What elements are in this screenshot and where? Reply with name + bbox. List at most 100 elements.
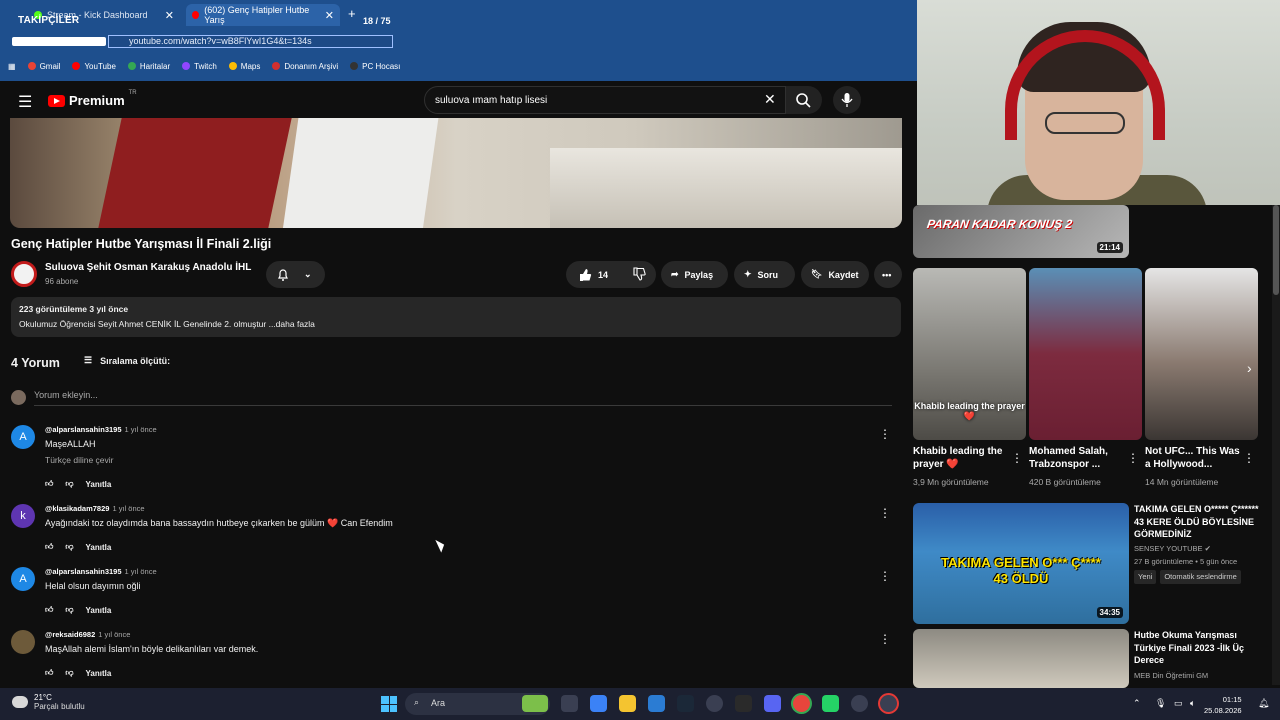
new-tab-button[interactable]: + — [348, 6, 356, 21]
short-thumbnail[interactable] — [1029, 268, 1142, 440]
thumbs-down-icon[interactable]: 👎︎ — [65, 542, 73, 552]
file-explorer-icon[interactable] — [619, 695, 636, 712]
microphone-icon[interactable]: 🎙︎ — [1155, 698, 1166, 709]
reply-button[interactable]: Yanıtla — [86, 669, 112, 678]
tab-youtube-video[interactable]: (602) Genç Hatipler Hutbe Yarış ✕ — [186, 4, 340, 26]
reply-button[interactable]: Yanıtla — [86, 480, 112, 489]
address-bar[interactable]: youtube.com/watch?v=wB8FlYwI1G4&t=134s — [108, 35, 393, 48]
microsoft-store-icon[interactable] — [648, 695, 665, 712]
more-vertical-icon[interactable]: ⋮ — [879, 569, 891, 583]
recommended-video-title[interactable]: Hutbe Okuma Yarışması Türkiye Finali 202… — [1134, 629, 1269, 667]
share-button[interactable]: ➦ Paylaş — [661, 261, 728, 288]
add-comment-input[interactable]: Yorum ekleyin... — [34, 388, 892, 406]
bookmark-twitch[interactable]: Twitch — [182, 62, 217, 71]
whatsapp-icon[interactable] — [822, 695, 839, 712]
chevron-up-icon[interactable]: ⌃ — [1133, 698, 1141, 709]
thumbs-down-icon[interactable]: 👎︎ — [65, 479, 73, 489]
bookmark-haritalar[interactable]: Haritalar — [127, 62, 170, 71]
apps-grid-icon[interactable]: ▦ — [8, 62, 16, 71]
chevron-right-icon[interactable]: › — [1247, 360, 1252, 376]
network-icon[interactable]: ▭ — [1174, 698, 1183, 709]
like-button[interactable]: 14 — [578, 268, 608, 282]
bookmark-gmail[interactable]: Gmail — [27, 62, 60, 71]
short-title[interactable]: Mohamed Salah, Trabzonspor ... — [1029, 445, 1129, 471]
task-view-icon[interactable] — [561, 695, 578, 712]
notification-button[interactable]: ⌄ — [266, 261, 325, 288]
channel-avatar[interactable] — [11, 261, 37, 287]
short-thumbnail[interactable]: Khabib leading the prayer ❤️ — [913, 268, 1026, 440]
comment-author[interactable]: @alparslansahin3195 — [45, 425, 122, 434]
volume-icon[interactable]: 🔈︎ — [1190, 698, 1195, 709]
thumbs-up-icon[interactable]: 👍︎ — [45, 668, 53, 678]
copilot-icon[interactable] — [590, 695, 607, 712]
settings-icon[interactable] — [851, 695, 868, 712]
short-title[interactable]: Not UFC... This Was a Hollywood... — [1145, 445, 1245, 471]
channel-name[interactable]: Suluova Şehit Osman Karakuş Anadolu İHL — [45, 262, 251, 273]
comment-time[interactable]: 1 yıl önce — [112, 504, 144, 513]
recommended-video-thumbnail[interactable] — [913, 629, 1129, 688]
discord-icon[interactable] — [764, 695, 781, 712]
commenter-avatar[interactable] — [11, 630, 35, 654]
dislike-button[interactable] — [632, 266, 646, 283]
more-vertical-icon[interactable]: ⋮ — [1127, 451, 1139, 465]
comment-author[interactable]: @reksaid6982 — [45, 630, 95, 639]
reply-button[interactable]: Yanıtla — [86, 606, 112, 615]
search-button[interactable] — [786, 86, 822, 114]
scrollbar-thumb[interactable] — [1273, 205, 1279, 295]
epic-games-icon[interactable] — [735, 695, 752, 712]
thumbs-down-icon[interactable]: 👎︎ — [65, 605, 73, 615]
close-icon[interactable]: ✕ — [325, 9, 334, 22]
commenter-avatar[interactable]: k — [11, 504, 35, 528]
video-player[interactable] — [10, 118, 902, 228]
thumbs-up-icon[interactable]: 👍︎ — [45, 542, 53, 552]
close-icon[interactable]: ✕ — [165, 9, 174, 22]
short-thumbnail[interactable] — [1145, 268, 1258, 440]
more-actions-button[interactable]: ••• — [874, 261, 902, 288]
more-vertical-icon[interactable]: ⋮ — [1011, 451, 1023, 465]
ask-button[interactable]: ✦ Soru — [734, 261, 795, 288]
menu-icon[interactable]: ☰ — [18, 92, 32, 112]
comment-author[interactable]: @klasikadam7829 — [45, 504, 109, 513]
save-button[interactable]: 🔖︎ Kaydet — [801, 261, 869, 288]
more-vertical-icon[interactable]: ⋮ — [1243, 451, 1255, 465]
sort-button[interactable]: ☰ Sıralama ölçütü: — [84, 355, 170, 366]
recording-app-icon[interactable] — [880, 695, 897, 712]
bookmark-donanim-arsivi[interactable]: Donanım Arşivi — [272, 62, 338, 71]
steam-icon[interactable] — [677, 695, 694, 712]
more-vertical-icon[interactable]: ⋮ — [879, 632, 891, 646]
thumbs-down-icon[interactable]: 👎︎ — [65, 668, 73, 678]
description-box[interactable]: 223 görüntüleme 3 yıl önce Okulumuz Öğre… — [11, 297, 901, 337]
windows-start-icon[interactable] — [381, 696, 397, 712]
recommended-video-title[interactable]: TAKIMA GELEN O***** Ç****** 43 KERE ÖLDÜ… — [1134, 503, 1269, 541]
commenter-avatar[interactable]: A — [11, 567, 35, 591]
comment-time[interactable]: 1 yıl önce — [125, 567, 157, 576]
comment-time[interactable]: 1 yıl önce — [98, 630, 130, 639]
chrome-icon[interactable] — [793, 695, 810, 712]
more-vertical-icon[interactable]: ⋮ — [879, 427, 891, 441]
short-title[interactable]: Khabib leading the prayer ❤️ — [913, 445, 1013, 471]
system-clock[interactable]: 01:15 25.08.2026 — [1204, 694, 1242, 716]
clear-search-icon[interactable]: ✕ — [764, 91, 776, 108]
thumbs-up-icon[interactable]: 👍︎ — [45, 605, 53, 615]
youtube-logo[interactable]: Premium TR — [48, 90, 137, 108]
translate-link[interactable]: Türkçe diline çevir — [45, 455, 114, 465]
recommended-video-thumbnail[interactable]: PARAN KADAR KONUŞ 2 21:14 — [913, 205, 1129, 258]
reply-button[interactable]: Yanıtla — [86, 543, 112, 552]
recommended-channel[interactable]: SENSEY YOUTUBE ✔ — [1134, 543, 1211, 555]
weather-widget[interactable]: 21°C Parçalı bulutlu — [12, 693, 85, 711]
search-input[interactable]: suluova ımam hatıp lisesi — [424, 86, 786, 114]
voice-search-button[interactable] — [833, 86, 861, 114]
bookmark-maps[interactable]: Maps — [228, 62, 260, 71]
comment-author[interactable]: @alparslansahin3195 — [45, 567, 122, 576]
comment-time[interactable]: 1 yıl önce — [125, 425, 157, 434]
bookmark-pc-hocasi[interactable]: PC Hocası — [350, 62, 400, 71]
more-vertical-icon[interactable]: ⋮ — [879, 506, 891, 520]
recommended-video-thumbnail[interactable]: TAKIMA GELEN O*** Ç**** 43 ÖLDÜ 34:35 — [913, 503, 1129, 624]
notification-bell-icon[interactable]: 🔔︎ — [1258, 698, 1269, 709]
commenter-avatar[interactable]: A — [11, 425, 35, 449]
thumbs-up-icon[interactable]: 👍︎ — [45, 479, 53, 489]
chatgpt-icon[interactable] — [706, 695, 723, 712]
bookmark-youtube[interactable]: YouTube — [72, 62, 116, 71]
recommended-channel[interactable]: MEB Din Öğretimi GM — [1134, 670, 1208, 682]
scrollbar[interactable] — [1272, 205, 1280, 685]
